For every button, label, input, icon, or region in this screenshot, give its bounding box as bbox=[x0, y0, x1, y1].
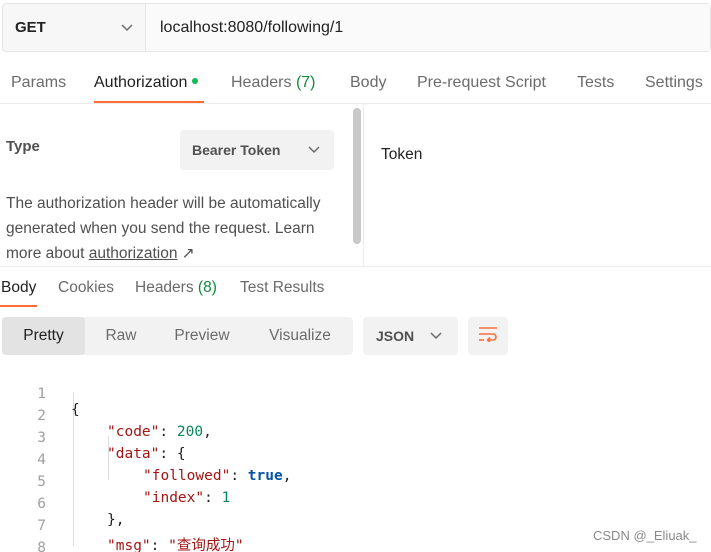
line-number: 8 bbox=[37, 540, 46, 552]
chevron-down-icon bbox=[121, 19, 133, 37]
authorization-link[interactable]: authorization bbox=[89, 245, 178, 262]
method-label: GET bbox=[15, 19, 46, 36]
wrap-lines-button[interactable] bbox=[468, 317, 508, 355]
tab-label: Cookies bbox=[58, 279, 114, 296]
scrollbar-thumb[interactable] bbox=[353, 108, 361, 244]
code-line: 7 "msg": "查询成功" bbox=[0, 502, 711, 552]
tab-body[interactable]: Body bbox=[350, 74, 386, 92]
watermark: CSDN @_Eliuak_ bbox=[593, 528, 697, 543]
chevron-down-icon bbox=[308, 141, 320, 159]
chevron-down-icon bbox=[430, 327, 442, 345]
view-raw-button[interactable]: Raw bbox=[85, 317, 157, 355]
auth-type-select[interactable]: Bearer Token bbox=[180, 130, 334, 170]
tab-label: Test Results bbox=[240, 279, 325, 296]
token-label: Token bbox=[381, 146, 423, 163]
tab-label: Headers bbox=[135, 279, 194, 296]
format-select[interactable]: JSON bbox=[363, 317, 458, 355]
code-line: 4 "followed": true, bbox=[0, 436, 711, 484]
view-visualize-button[interactable]: Visualize bbox=[247, 317, 353, 355]
tab-label: Authorization bbox=[94, 74, 188, 91]
tab-label: Tests bbox=[577, 74, 615, 91]
view-preview-button[interactable]: Preview bbox=[157, 317, 247, 355]
tab-label: Body bbox=[1, 279, 37, 296]
auth-type-value: Bearer Token bbox=[192, 142, 281, 158]
tab-authorization[interactable]: Authorization bbox=[94, 74, 199, 92]
tab-response-headers[interactable]: Headers (8) bbox=[135, 279, 217, 297]
active-tab-underline bbox=[94, 101, 204, 103]
active-tab-underline bbox=[0, 305, 37, 307]
tab-pre-request-script[interactable]: Pre-request Script bbox=[417, 74, 546, 92]
tab-headers[interactable]: Headers (7) bbox=[231, 74, 316, 92]
view-mode-toggle: Pretty Raw Preview Visualize bbox=[2, 317, 353, 355]
tab-count: (7) bbox=[295, 74, 316, 91]
tab-count: (8) bbox=[197, 279, 217, 296]
tab-tests[interactable]: Tests bbox=[577, 74, 614, 92]
tab-label: Settings bbox=[645, 74, 703, 91]
tab-settings[interactable]: Settings bbox=[645, 74, 703, 92]
auth-description: The authorization header will be automat… bbox=[6, 191, 346, 266]
tab-params[interactable]: Params bbox=[11, 74, 66, 92]
wrap-lines-icon bbox=[478, 326, 498, 347]
tab-label: Pre-request Script bbox=[417, 74, 546, 91]
view-pretty-button[interactable]: Pretty bbox=[2, 317, 85, 355]
tab-test-results[interactable]: Test Results bbox=[240, 279, 324, 297]
tab-response-body[interactable]: Body bbox=[1, 279, 36, 297]
code-line: 2 "code": 200, bbox=[0, 392, 711, 440]
url-input[interactable]: localhost:8080/following/1 bbox=[146, 4, 710, 51]
tab-label: Params bbox=[11, 74, 67, 91]
auth-type-panel: Type Bearer Token The authorization head… bbox=[0, 104, 364, 266]
method-select[interactable]: GET bbox=[3, 4, 146, 51]
tab-response-cookies[interactable]: Cookies bbox=[58, 279, 114, 297]
auth-type-label: Type bbox=[6, 138, 40, 155]
external-link-icon: ↗ bbox=[181, 245, 195, 262]
code-line: 5 "index": 1 bbox=[0, 458, 711, 506]
tab-label: Headers bbox=[231, 74, 292, 91]
format-label: JSON bbox=[376, 328, 415, 344]
response-tabs: Body Cookies Headers (8) Test Results bbox=[0, 266, 711, 308]
request-tabs: Params Authorization Headers (7) Body Pr… bbox=[0, 60, 711, 104]
status-dot-icon bbox=[192, 77, 199, 84]
code-line: 6 }, bbox=[0, 480, 711, 528]
code-line: 1 { bbox=[0, 370, 711, 418]
code-line: 3 "data": { bbox=[0, 414, 711, 462]
tab-label: Body bbox=[350, 74, 387, 91]
url-bar: GET localhost:8080/following/1 bbox=[2, 3, 711, 52]
